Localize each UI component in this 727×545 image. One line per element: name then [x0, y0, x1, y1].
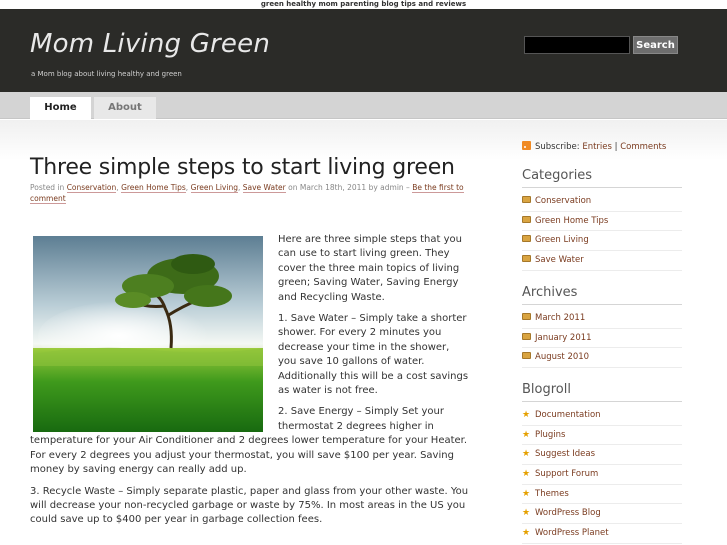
- folder-icon: [522, 332, 531, 340]
- category-link-save-water[interactable]: Save Water: [242, 183, 286, 193]
- category-item-conservation[interactable]: Conservation: [535, 196, 591, 206]
- site-header: Mom Living Green a Mom blog about living…: [0, 9, 727, 92]
- list-item: Green Home Tips: [522, 212, 682, 232]
- list-item: Save Water: [522, 251, 682, 271]
- post-body: Here are three simple steps that you can…: [30, 233, 470, 535]
- site-description: a Mom blog about living healthy and gree…: [31, 70, 182, 78]
- star-icon: ★: [522, 469, 531, 480]
- rss-icon: [522, 141, 531, 150]
- list-item: ★ Themes: [522, 485, 682, 505]
- subscribe-comments-link[interactable]: Comments: [620, 142, 666, 152]
- star-icon: ★: [522, 410, 531, 420]
- star-icon: ★: [522, 528, 531, 539]
- folder-icon: [522, 313, 531, 320]
- categories-heading: Categories: [522, 168, 682, 188]
- list-item: ★ Suggest Ideas: [522, 445, 682, 466]
- site-tagline-bar: green healthy mom parenting blog tips an…: [0, 0, 727, 9]
- archive-item-january-2011[interactable]: January 2011: [535, 333, 592, 343]
- archive-item-march-2011[interactable]: March 2011: [535, 313, 585, 323]
- blogroll-item-plugins[interactable]: Plugins: [535, 430, 565, 440]
- folder-icon: [522, 196, 531, 203]
- list-item: ★ Plugins: [522, 426, 682, 446]
- list-item: ★ Documentation: [522, 406, 682, 426]
- search-button[interactable]: Search: [633, 36, 678, 54]
- blogroll-item-suggest-ideas[interactable]: Suggest Ideas: [535, 449, 595, 459]
- search-input[interactable]: [524, 36, 630, 54]
- tab-about[interactable]: About: [94, 97, 156, 119]
- list-item: ★ WordPress Planet: [522, 524, 682, 544]
- list-item: Conservation: [522, 192, 682, 212]
- blogroll-list: ★ Documentation ★ Plugins ★ Suggest Ideas ★…: [522, 406, 682, 544]
- list-item: August 2010: [522, 348, 682, 369]
- subscribe-entries-link[interactable]: Entries: [582, 142, 612, 152]
- folder-icon: [522, 255, 531, 263]
- star-icon: ★: [522, 429, 531, 440]
- site-title[interactable]: Mom Living Green: [30, 29, 270, 59]
- subscribe-label: Subscribe:: [535, 142, 580, 152]
- blogroll-item-themes[interactable]: Themes: [535, 489, 569, 499]
- star-icon: ★: [522, 508, 531, 519]
- category-item-green-living[interactable]: Green Living: [535, 235, 589, 245]
- subscribe-bar: Subscribe: Entries | Comments: [522, 141, 666, 152]
- main-nav: Home About: [0, 92, 727, 119]
- star-icon: ★: [522, 449, 531, 460]
- list-item: ★ Support Forum: [522, 465, 682, 485]
- tab-home[interactable]: Home: [30, 97, 91, 119]
- archives-list: March 2011 January 2011 August 2010: [522, 309, 682, 369]
- post-title[interactable]: Three simple steps to start living green: [30, 155, 455, 180]
- list-item: January 2011: [522, 329, 682, 349]
- category-link-green-living[interactable]: Green Living: [190, 183, 238, 193]
- star-icon: ★: [522, 488, 531, 499]
- categories-list: Conservation Green Home Tips Green Livin…: [522, 192, 682, 271]
- post-date: on March 18th, 2011 by admin –: [288, 183, 410, 192]
- list-item: March 2011: [522, 309, 682, 329]
- blogroll-item-wordpress-planet[interactable]: WordPress Planet: [535, 528, 609, 538]
- blogroll-item-wordpress-blog[interactable]: WordPress Blog: [535, 508, 601, 518]
- blogroll-item-support-forum[interactable]: Support Forum: [535, 469, 598, 479]
- posted-in-label: Posted in: [30, 183, 65, 192]
- archive-item-august-2010[interactable]: August 2010: [535, 352, 589, 362]
- folder-icon: [522, 352, 531, 360]
- category-item-green-home-tips[interactable]: Green Home Tips: [535, 216, 608, 226]
- list-item: ★ WordPress Blog: [522, 504, 682, 525]
- post-paragraph: 3. Recycle Waste – Simply separate plast…: [30, 485, 469, 526]
- subscribe-separator: |: [614, 142, 618, 152]
- category-link-green-home-tips[interactable]: Green Home Tips: [121, 183, 186, 193]
- folder-icon: [522, 215, 531, 223]
- category-link-conservation[interactable]: Conservation: [66, 183, 117, 193]
- folder-icon: [522, 235, 531, 243]
- blogroll-item-documentation[interactable]: Documentation: [535, 410, 601, 420]
- post-meta: Posted in Conservation, Green Home Tips,…: [30, 183, 464, 204]
- category-item-save-water[interactable]: Save Water: [535, 255, 584, 265]
- blogroll-heading: Blogroll: [522, 382, 682, 402]
- list-item: Green Living: [522, 231, 682, 252]
- archives-heading: Archives: [522, 285, 682, 305]
